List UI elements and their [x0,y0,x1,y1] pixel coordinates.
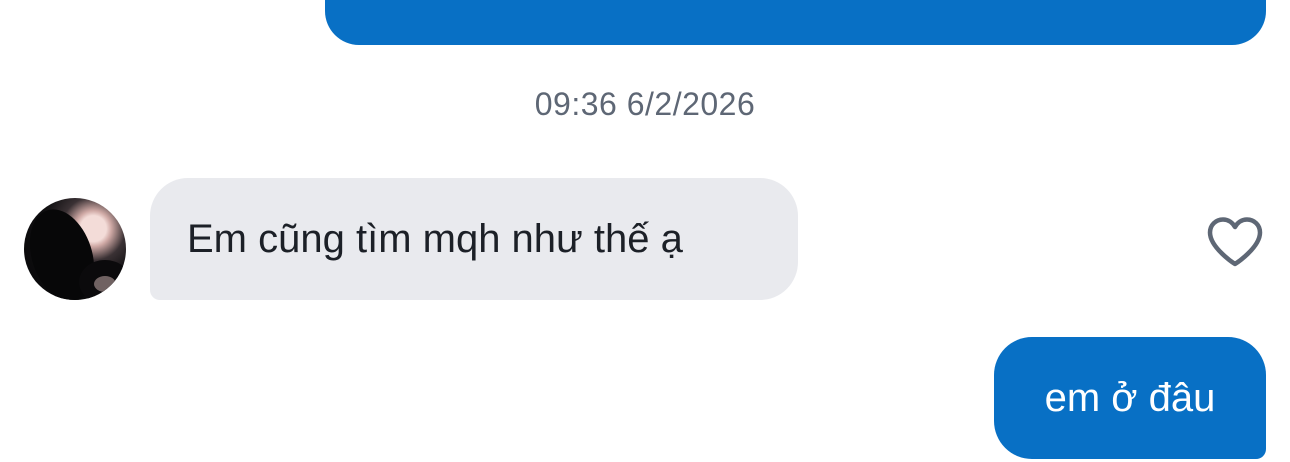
message-text: em ở đâu [1044,376,1216,420]
message-text: Em cũng tìm mqh như thế ạ [187,217,683,261]
outgoing-message-bubble[interactable]: em ở đâu [994,337,1266,459]
outgoing-message-bubble-previous[interactable] [325,0,1266,45]
like-message-button[interactable] [1205,212,1265,272]
contact-avatar[interactable] [24,198,126,300]
heart-outline-icon [1207,217,1263,267]
message-timestamp: 09:36 6/2/2026 [534,86,756,122]
incoming-message-bubble[interactable]: Em cũng tìm mqh như thế ạ [150,178,798,300]
